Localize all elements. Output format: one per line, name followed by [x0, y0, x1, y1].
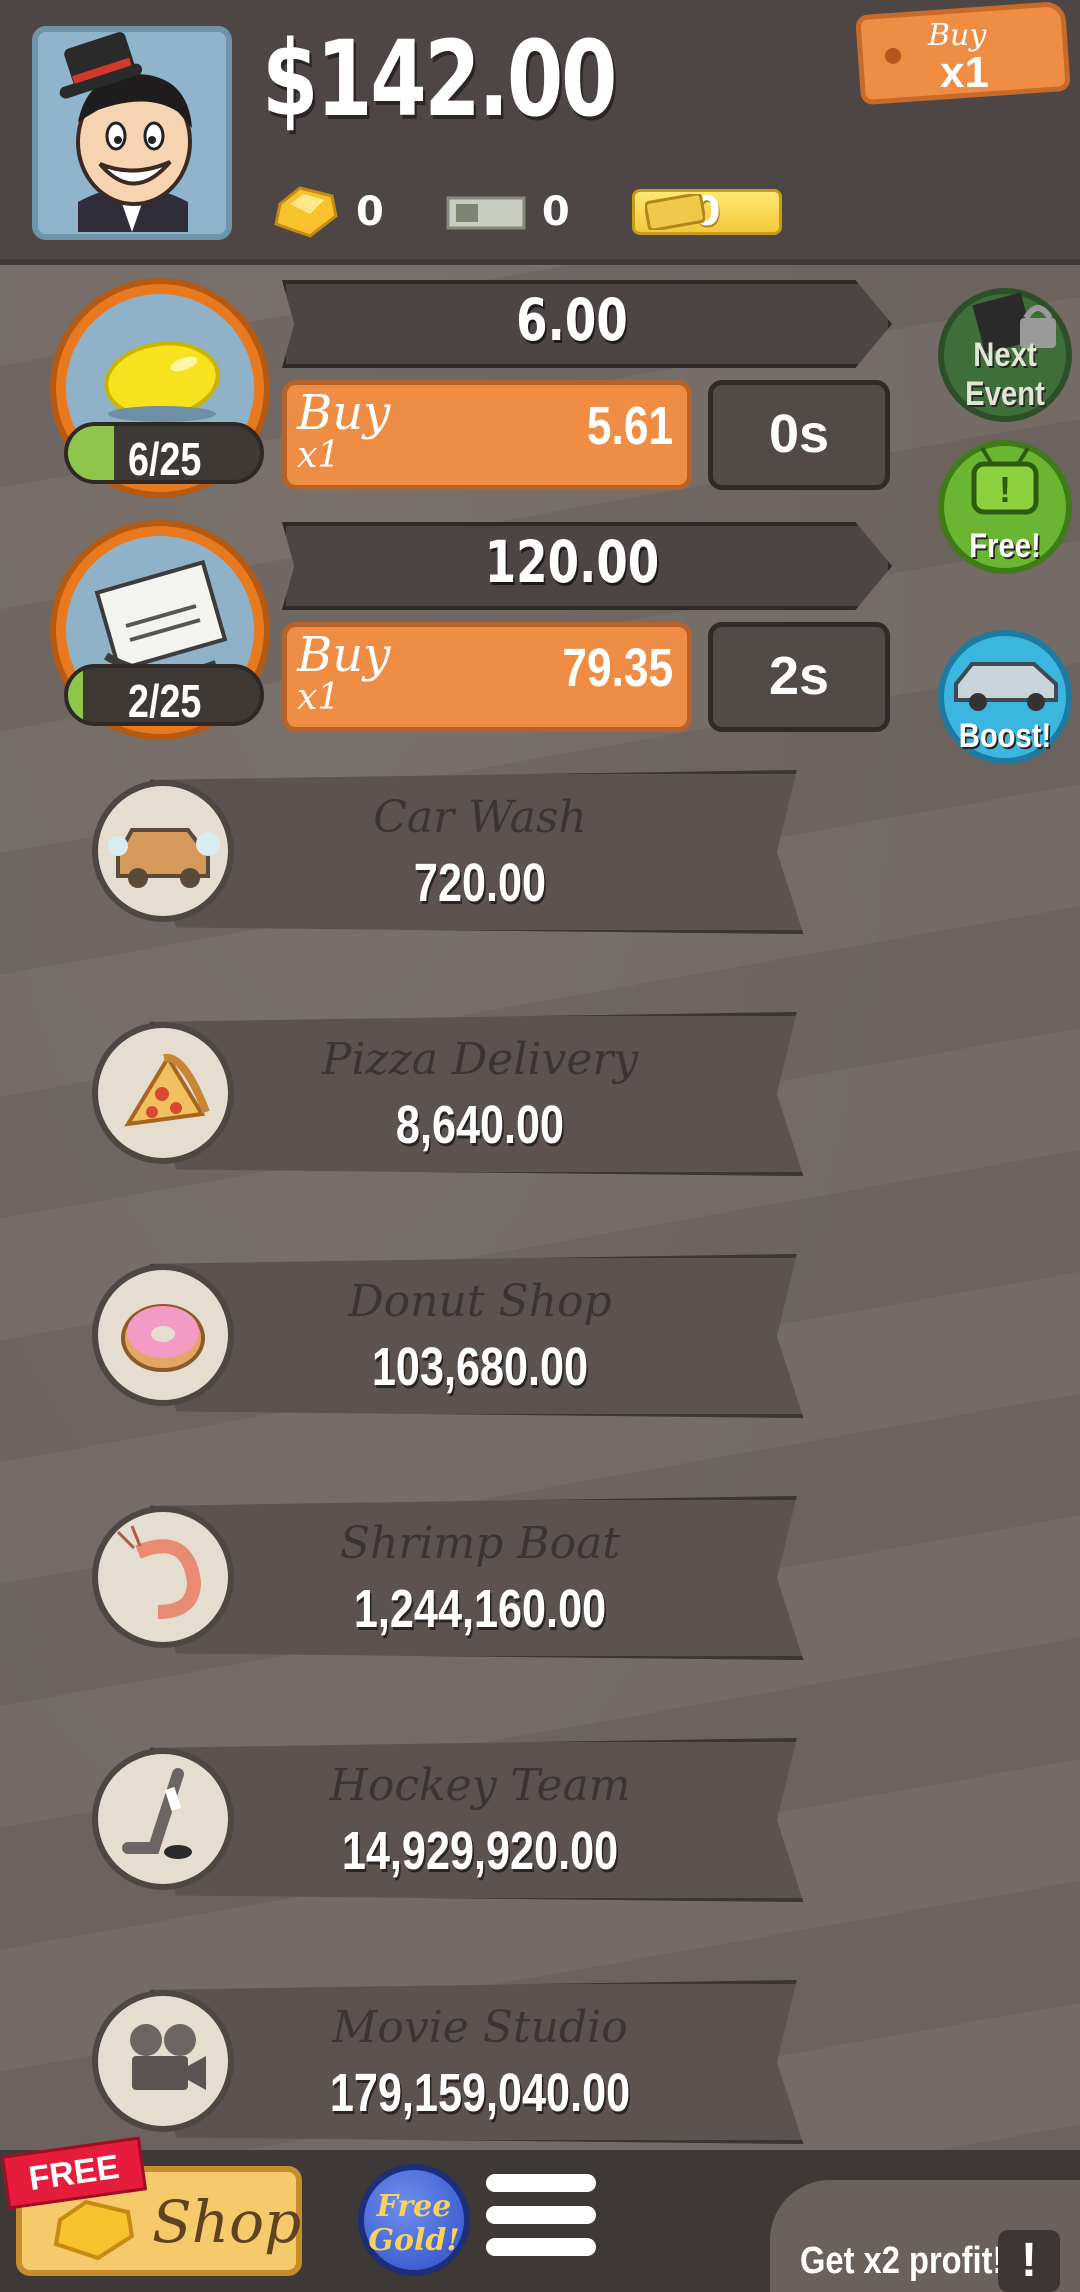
- buy-multiplier-button[interactable]: Buy x1: [855, 0, 1071, 106]
- gold-counter[interactable]: 0: [270, 184, 384, 240]
- bottom-bar: Shop FREE Free Gold! Get x2 profit! !: [0, 2136, 1080, 2292]
- x2-profit-button[interactable]: Get x2 profit! !: [770, 2180, 1080, 2292]
- help-icon[interactable]: !: [998, 2230, 1060, 2292]
- camera-icon: [130, 2024, 206, 2090]
- owned-progress: 2/25: [64, 664, 264, 726]
- unlock-cost: 720.00: [413, 853, 547, 913]
- x2-profit-label: Get x2 profit!: [800, 2240, 1004, 2282]
- timer-value: 2s: [768, 646, 830, 706]
- free-video-button[interactable]: ! Free!: [938, 440, 1072, 574]
- business-icon-bg: [92, 1748, 234, 1890]
- unlock-banner: Pizza Delivery 8,640.00: [150, 1012, 810, 1176]
- business-row: 6/25 6.00 Buy x1 5.61 0s: [0, 278, 1080, 518]
- next-event-label: Next Event: [965, 336, 1045, 413]
- buy-label: Buy: [297, 627, 391, 683]
- megabucks-counter[interactable]: 0: [446, 189, 570, 235]
- business-row: 2/25 120.00 Buy x1 79.35 2s: [0, 520, 1080, 760]
- pizza-icon: [124, 1053, 210, 1127]
- profit-bar: 120.00: [282, 522, 892, 610]
- business-name: Car Wash: [373, 792, 587, 843]
- donut-icon: [121, 1304, 205, 1372]
- owned-progress: 6/25: [64, 422, 264, 484]
- owned-progress-fill: [68, 426, 115, 480]
- ticket-counter[interactable]: 0: [631, 189, 782, 235]
- business-icon-bg: [92, 780, 234, 922]
- capitalist-face-icon: [38, 32, 226, 234]
- business-icon-bg: [92, 1990, 234, 2132]
- gold-count: 0: [356, 189, 384, 235]
- buy-business-button[interactable]: Buy x1 5.61: [282, 380, 692, 490]
- profit-amount: 6.00: [516, 286, 628, 354]
- gold-bar-icon: [274, 186, 338, 238]
- business-name: Hockey Team: [329, 1760, 631, 1811]
- locked-business-row[interactable]: Hockey Team 14,929,920.00: [0, 1738, 1080, 1938]
- free-gold-button[interactable]: Free Gold!: [358, 2164, 470, 2276]
- profit-amount: 120.00: [484, 528, 660, 596]
- money-balance: $142.00: [262, 18, 617, 140]
- unlock-cost: 179,159,040.00: [329, 2063, 631, 2123]
- buy-quantity: x1: [297, 677, 341, 718]
- hockey-icon: [122, 1768, 192, 1859]
- megabucks-count: 0: [541, 189, 570, 235]
- avatar[interactable]: [32, 26, 232, 240]
- buy-business-button[interactable]: Buy x1 79.35: [282, 622, 692, 732]
- owned-progress-fill: [68, 668, 84, 722]
- svg-text:!: !: [999, 469, 1011, 510]
- free-label: Free!: [969, 527, 1041, 565]
- business-icon-bg: [92, 1506, 234, 1648]
- timer-value: 0s: [768, 404, 830, 464]
- business-name: Donut Shop: [348, 1276, 612, 1327]
- buy-label: Buy: [297, 385, 391, 441]
- game-screen: $142.00 0 0 0 Buy x1 6/25 6.00 Buy x1 5.…: [0, 0, 1080, 2292]
- buy-quantity: x1: [297, 435, 341, 476]
- car-icon: [108, 828, 220, 888]
- business-run-button[interactable]: 6/25: [50, 278, 270, 498]
- hamburger-menu-icon[interactable]: [486, 2174, 596, 2274]
- unlock-banner: Hockey Team 14,929,920.00: [150, 1738, 810, 1902]
- unlock-banner: Shrimp Boat 1,244,160.00: [150, 1496, 810, 1660]
- buy-cost: 79.35: [562, 638, 673, 698]
- business-name: Pizza Delivery: [321, 1034, 639, 1085]
- currency-row: 0 0 0: [270, 182, 782, 242]
- locked-business-row[interactable]: Car Wash 720.00: [0, 770, 1080, 970]
- locked-business-row[interactable]: Shrimp Boat 1,244,160.00: [0, 1496, 1080, 1696]
- business-icon-bg: [92, 1264, 234, 1406]
- business-run-button[interactable]: 2/25: [50, 520, 270, 740]
- megabucks-icon: [446, 196, 526, 230]
- boost-button[interactable]: Boost!: [938, 630, 1072, 764]
- timer-display: 2s: [708, 622, 890, 732]
- buy-multiplier-value: x1: [940, 48, 989, 97]
- business-name: Shrimp Boat: [339, 1518, 621, 1569]
- unlock-cost: 8,640.00: [395, 1095, 565, 1155]
- timer-display: 0s: [708, 380, 890, 490]
- ticket-icon: [644, 194, 705, 230]
- shrimp-icon: [116, 1525, 202, 1619]
- unlock-cost: 103,680.00: [371, 1337, 589, 1397]
- owned-count: 2/25: [128, 675, 202, 726]
- shop-label: Shop: [152, 2188, 302, 2256]
- business-name: Movie Studio: [332, 2002, 628, 2053]
- boost-label: Boost!: [958, 717, 1052, 755]
- unlock-banner: Movie Studio 179,159,040.00: [150, 1980, 810, 2144]
- locked-business-row[interactable]: Pizza Delivery 8,640.00: [0, 1012, 1080, 1212]
- owned-count: 6/25: [128, 433, 202, 484]
- business-icon-bg: [92, 1022, 234, 1164]
- unlock-cost: 14,929,920.00: [341, 1821, 619, 1881]
- locked-business-row[interactable]: Donut Shop 103,680.00: [0, 1254, 1080, 1454]
- profit-bar: 6.00: [282, 280, 892, 368]
- buy-cost: 5.61: [586, 396, 673, 456]
- unlock-cost: 1,244,160.00: [353, 1579, 607, 1639]
- unlock-banner: Car Wash 720.00: [150, 770, 810, 934]
- next-event-button[interactable]: Next Event: [938, 288, 1072, 422]
- unlock-banner: Donut Shop 103,680.00: [150, 1254, 810, 1418]
- free-gold-label: Free Gold!: [368, 2189, 460, 2258]
- gold-bar-icon: [53, 2199, 135, 2261]
- top-header: $142.00 0 0 0 Buy x1: [0, 0, 1080, 265]
